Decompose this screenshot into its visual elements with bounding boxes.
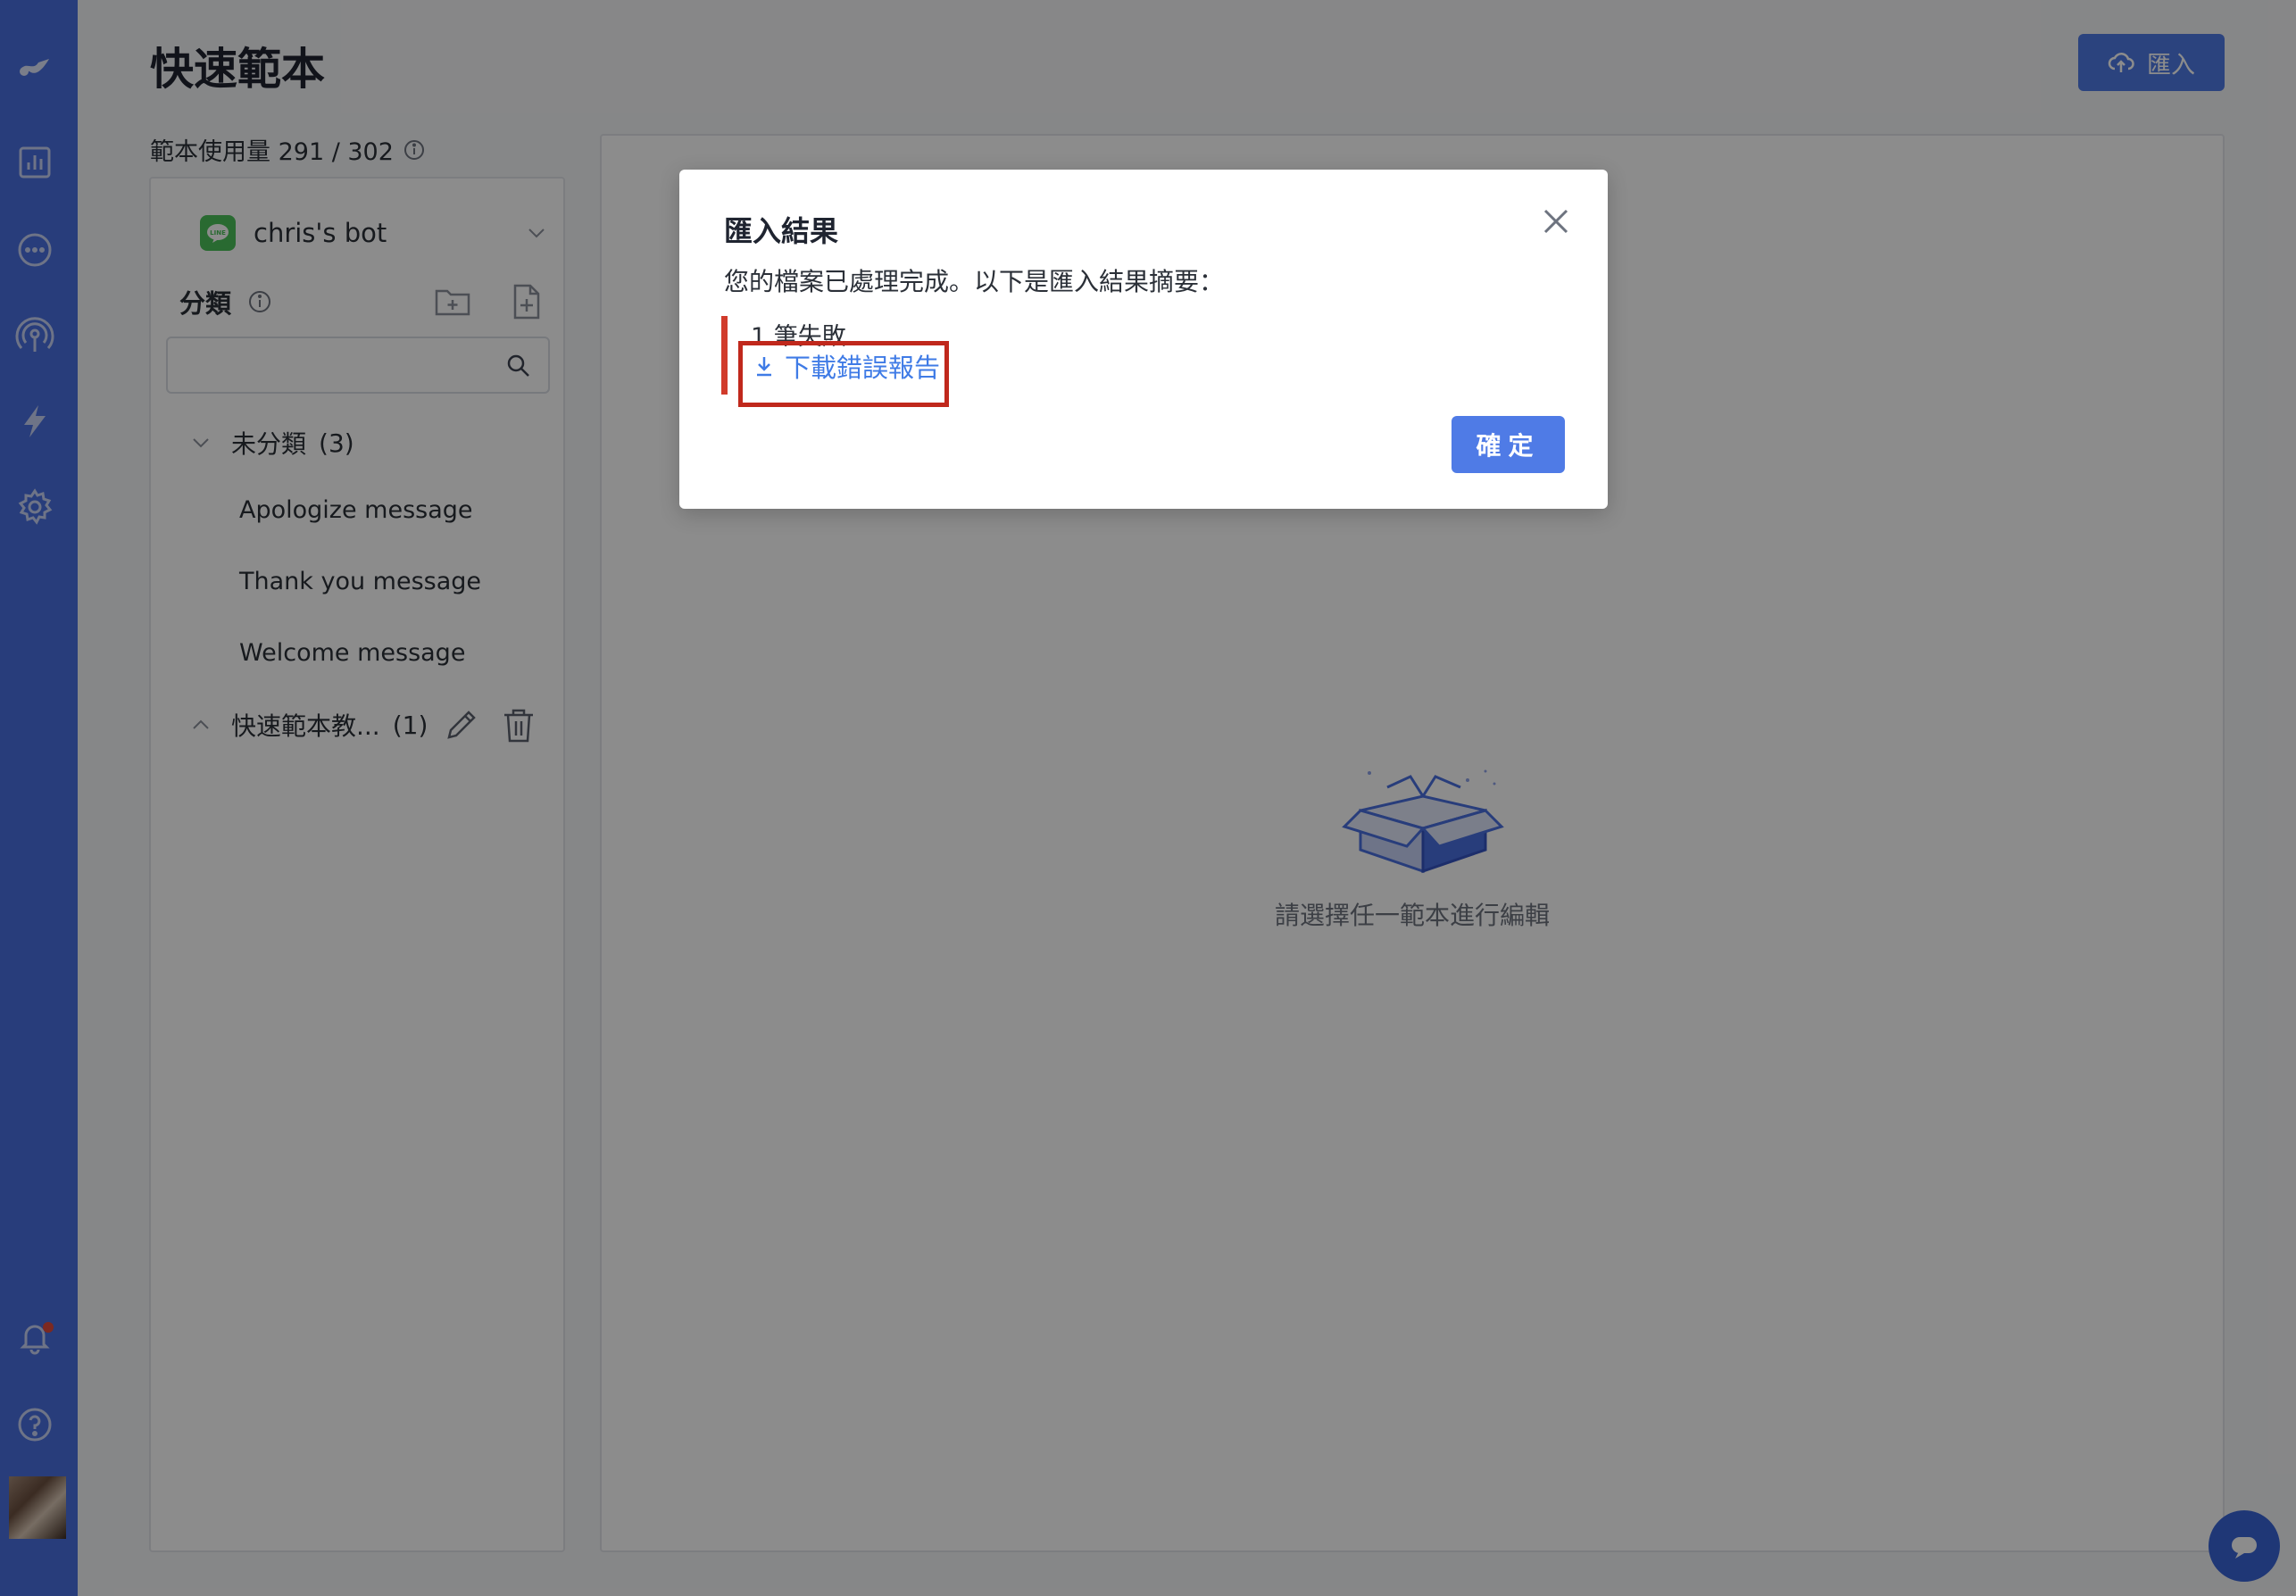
dialog-title: 匯入結果 (724, 214, 839, 248)
close-icon[interactable] (1538, 204, 1574, 239)
import-result-dialog: 匯入結果 您的檔案已處理完成。以下是匯入結果摘要： 1 筆失敗 下載錯誤報告 確… (679, 170, 1608, 509)
confirm-button[interactable]: 確定 (1452, 416, 1565, 473)
dialog-description: 您的檔案已處理完成。以下是匯入結果摘要： (724, 267, 1225, 296)
highlight-box (738, 341, 949, 407)
error-indicator-bar (721, 316, 728, 395)
